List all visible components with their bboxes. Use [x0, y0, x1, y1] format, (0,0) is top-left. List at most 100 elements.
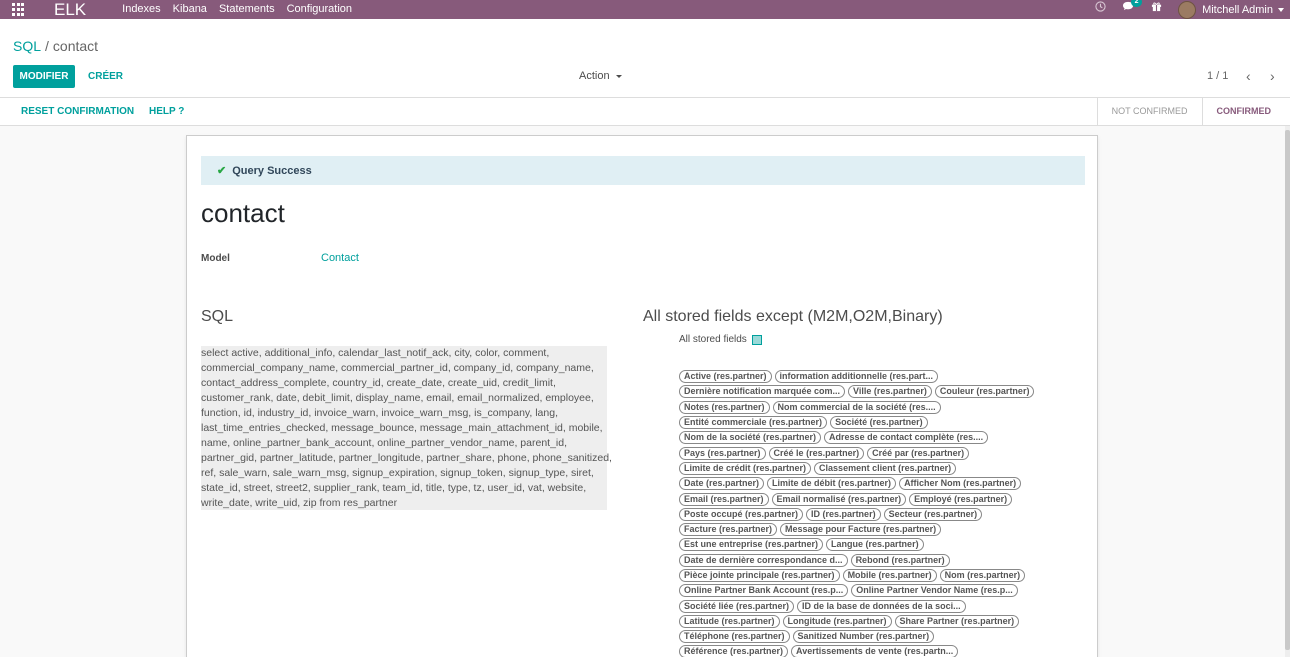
all-stored-fields-toggle: All stored fields	[679, 334, 762, 345]
field-tag[interactable]: Message pour Facture (res.partner)	[780, 523, 942, 537]
stored-fields-title: All stored fields except (M2M,O2M,Binary…	[643, 308, 943, 325]
field-tag[interactable]: Créé par (res.partner)	[867, 446, 970, 460]
field-tag[interactable]: Employé (res.partner)	[909, 492, 1013, 506]
field-tag[interactable]: Classement client (res.partner)	[814, 461, 957, 475]
messages-icon[interactable]: 2	[1122, 0, 1143, 19]
field-tag[interactable]: Share Partner (res.partner)	[894, 614, 1020, 628]
field-tag[interactable]: Afficher Nom (res.partner)	[899, 477, 1022, 491]
breadcrumb-separator: /	[45, 38, 49, 54]
field-tag[interactable]: Référence (res.partner)	[679, 645, 789, 657]
field-tag[interactable]: Dernière notification marquée com...	[679, 385, 846, 399]
field-tag[interactable]: Nom commercial de la société (res....	[772, 400, 941, 414]
field-tag[interactable]: Nom de la société (res.partner)	[679, 431, 822, 445]
stage-confirmed[interactable]: CONFIRMED	[1201, 98, 1286, 125]
menu-configuration[interactable]: Configuration	[287, 0, 352, 19]
field-tag[interactable]: Online Partner Vendor Name (res.p...	[851, 584, 1018, 598]
field-tag[interactable]: Date de dernière correspondance d...	[679, 553, 848, 567]
edit-button[interactable]: MODIFIER	[13, 65, 75, 88]
field-tag[interactable]: Date (res.partner)	[679, 477, 765, 491]
form-sheet: ✔ Query Success contact Model Contact SQ…	[186, 135, 1098, 657]
field-tag-row: Limite de crédit (res.partner) Classement…	[679, 461, 1059, 476]
create-button[interactable]: CRÉER	[88, 65, 123, 88]
field-tag[interactable]: Secteur (res.partner)	[883, 507, 983, 521]
gift-icon[interactable]	[1151, 0, 1162, 19]
field-tag[interactable]: Latitude (res.partner)	[679, 614, 780, 628]
user-name[interactable]: Mitchell Admin	[1202, 4, 1273, 16]
field-tag[interactable]: Société (res.partner)	[830, 416, 928, 430]
field-tag-row: Est une entreprise (res.partner) Langue (…	[679, 537, 1059, 552]
sql-line: commercial_company_name, commercial_part…	[201, 362, 594, 374]
model-field-link[interactable]: Contact	[321, 252, 359, 264]
menu-statements[interactable]: Statements	[219, 0, 275, 19]
breadcrumb: SQL / contact	[13, 38, 98, 54]
user-avatar[interactable]	[1178, 0, 1197, 19]
field-tag[interactable]: Avertissements de vente (res.partn...	[791, 645, 959, 657]
field-tag[interactable]: Langue (res.partner)	[826, 538, 924, 552]
scrollbar-thumb[interactable]	[1285, 130, 1290, 650]
field-tag[interactable]: Pays (res.partner)	[679, 446, 766, 460]
field-tag[interactable]: Limite de débit (res.partner)	[767, 477, 897, 491]
model-field-label: Model	[201, 253, 230, 264]
field-tag[interactable]: Online Partner Bank Account (res.p...	[679, 584, 849, 598]
field-tag[interactable]: Email normalisé (res.partner)	[771, 492, 907, 506]
field-tag[interactable]: ID (res.partner)	[806, 507, 881, 521]
breadcrumb-parent-link[interactable]: SQL	[13, 38, 41, 54]
field-tag[interactable]: Rebond (res.partner)	[850, 553, 950, 567]
activity-clock-icon[interactable]	[1095, 0, 1106, 19]
stage-not-confirmed[interactable]: NOT CONFIRMED	[1096, 98, 1202, 125]
field-tag-row: Email (res.partner) Email normalisé (res.…	[679, 491, 1059, 506]
field-tag[interactable]: Entité commerciale (res.partner)	[679, 416, 828, 430]
record-title: contact	[201, 198, 285, 228]
field-tag-row: Entité commerciale (res.partner) Société …	[679, 415, 1059, 430]
field-tag[interactable]: Adresse de contact complète (res....	[824, 431, 989, 445]
field-tag[interactable]: Ville (res.partner)	[848, 385, 932, 399]
apps-menu-icon[interactable]	[12, 2, 26, 17]
field-tag[interactable]: Couleur (res.partner)	[934, 385, 1035, 399]
field-tag[interactable]: Longitude (res.partner)	[782, 614, 892, 628]
field-tag-row: Téléphone (res.partner) Sanitized Number …	[679, 629, 1059, 644]
field-tag[interactable]: Est une entreprise (res.partner)	[679, 538, 824, 552]
field-tag[interactable]: information additionnelle (res.part...	[774, 370, 939, 384]
pager-next-button[interactable]: ›	[1270, 65, 1275, 88]
field-tag-row: Online Partner Bank Account (res.p... Onl…	[679, 583, 1059, 598]
field-tag[interactable]: Limite de crédit (res.partner)	[679, 461, 812, 475]
messages-count-badge: 2	[1131, 0, 1143, 7]
field-tag[interactable]: Notes (res.partner)	[679, 400, 770, 414]
sql-query-box[interactable]: select active, additional_info, calendar…	[201, 346, 612, 510]
reset-confirmation-button[interactable]: RESET CONFIRMATION	[21, 98, 134, 125]
sql-line: state_id, street, street2, supplier_rank…	[201, 482, 587, 494]
check-icon: ✔	[217, 165, 227, 177]
help-button[interactable]: HELP ?	[149, 98, 184, 125]
field-tag[interactable]: ID de la base de données de la soci...	[797, 599, 966, 613]
field-tag[interactable]: Pièce jointe principale (res.partner)	[679, 569, 840, 582]
field-tag-row: Société liée (res.partner) ID de la base …	[679, 598, 1059, 613]
menu-kibana[interactable]: Kibana	[173, 0, 207, 19]
field-tag[interactable]: Facture (res.partner)	[679, 523, 778, 537]
field-tag[interactable]: Mobile (res.partner)	[842, 569, 937, 582]
field-tag[interactable]: Téléphone (res.partner)	[679, 630, 790, 644]
pager-previous-button[interactable]: ‹	[1246, 65, 1251, 88]
sql-line: write_date, write_uid, zip from res_part…	[201, 497, 398, 509]
action-dropdown-label: Action	[579, 70, 610, 82]
field-tag[interactable]: Nom (res.partner)	[939, 569, 1026, 582]
field-tag[interactable]: Sanitized Number (res.partner)	[792, 630, 935, 644]
field-tag[interactable]: Créé le (res.partner)	[768, 446, 865, 460]
pager-value[interactable]: 1 / 1	[1207, 65, 1228, 88]
field-tag-row: Date (res.partner) Limite de débit (res.p…	[679, 476, 1059, 491]
field-tags-list: Active (res.partner) information addition…	[679, 369, 1059, 657]
control-panel: SQL / contact MODIFIER CRÉER Action 1 / 1 …	[0, 19, 1290, 98]
field-tag[interactable]: Email (res.partner)	[679, 492, 769, 506]
sql-line: ref, sale_warn, sale_warn_msg, signup_ex…	[201, 467, 594, 479]
user-menu-caret-icon[interactable]	[1278, 7, 1284, 12]
sql-line: function, id, industry_id, invoice_warn,…	[201, 407, 558, 419]
field-tag[interactable]: Société liée (res.partner)	[679, 599, 795, 613]
field-tag[interactable]: Active (res.partner)	[679, 370, 772, 384]
all-stored-fields-label: All stored fields	[679, 334, 747, 345]
field-tag[interactable]: Poste occupé (res.partner)	[679, 507, 804, 521]
all-stored-fields-checkbox[interactable]	[751, 334, 762, 345]
action-dropdown[interactable]: Action	[579, 65, 622, 88]
field-tag-row: Notes (res.partner) Nom commercial de la …	[679, 400, 1059, 415]
menu-indexes[interactable]: Indexes	[122, 0, 161, 19]
field-tag-row: Date de dernière correspondance d... Rebo…	[679, 553, 1059, 568]
app-brand[interactable]: ELK	[54, 0, 86, 19]
